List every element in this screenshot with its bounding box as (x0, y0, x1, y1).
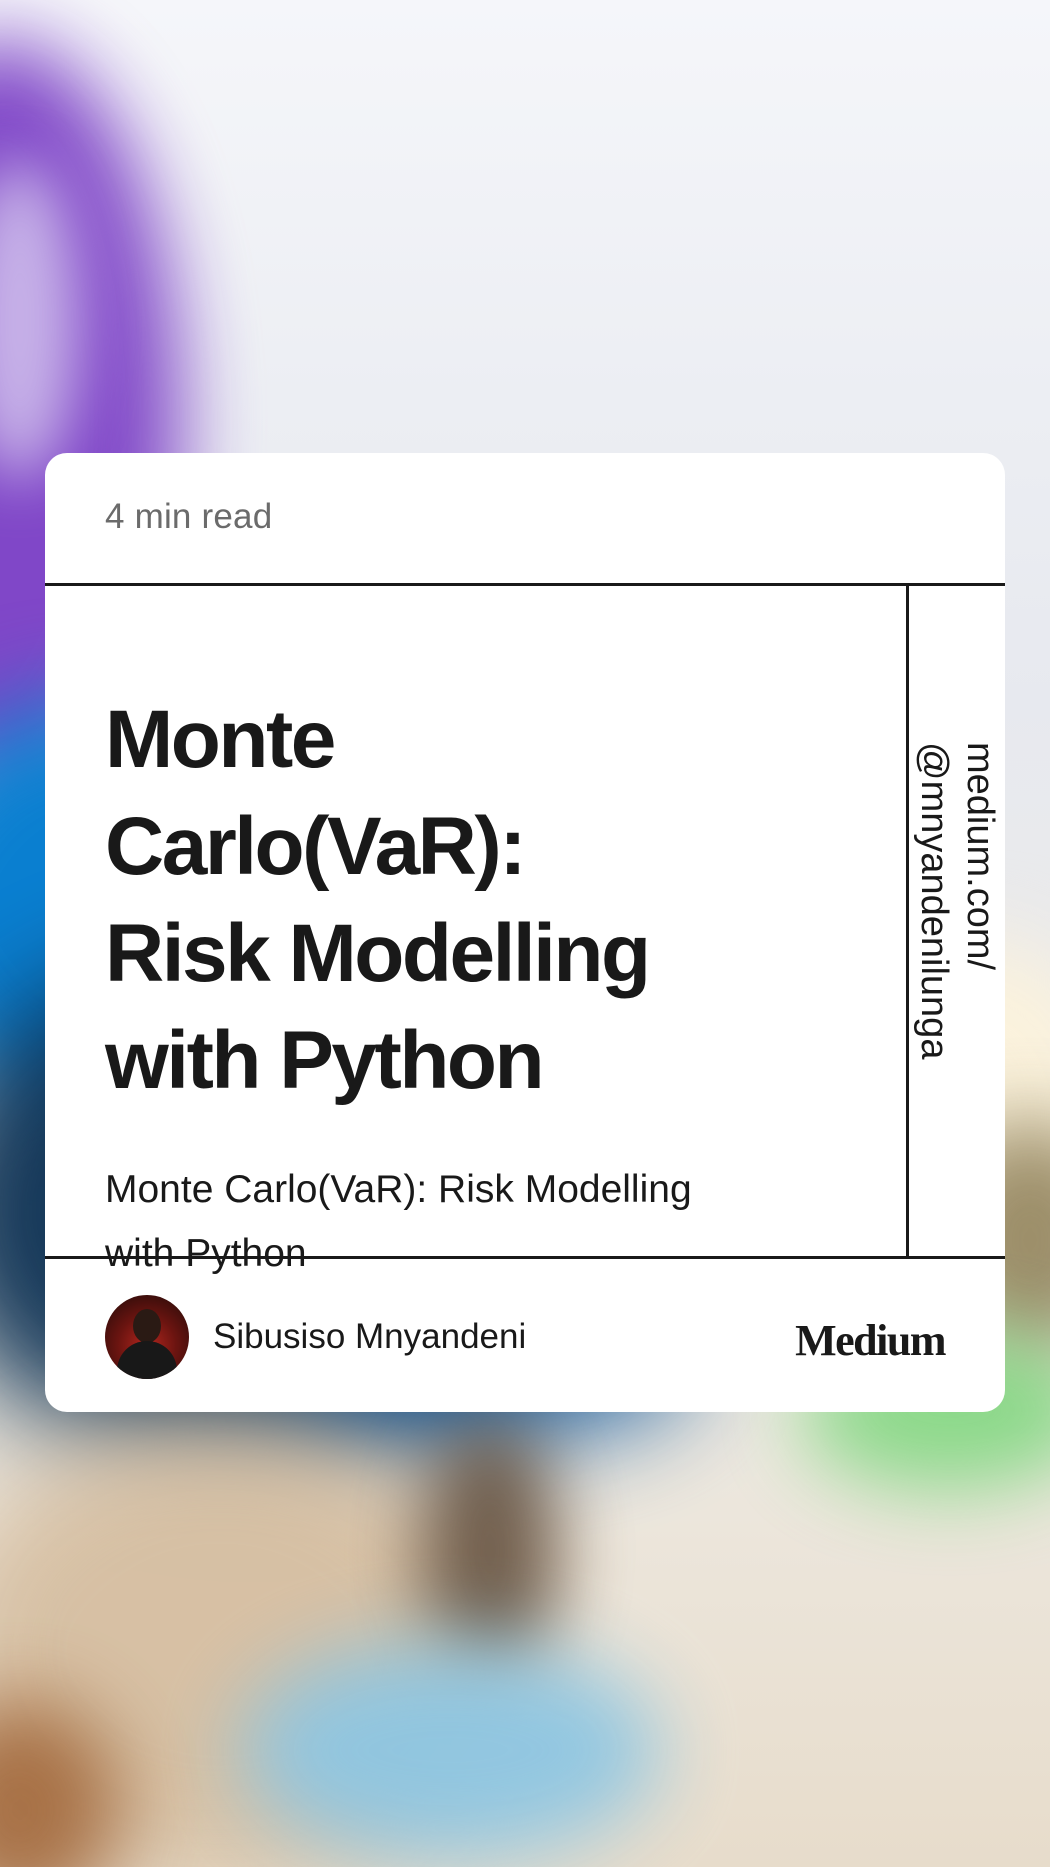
avatar-body-shape (117, 1341, 177, 1379)
article-share-card[interactable]: 4 min read Monte Carlo(VaR): Risk Modell… (45, 453, 1005, 1412)
author-name[interactable]: Sibusiso Mnyandeni (213, 1317, 526, 1357)
article-title[interactable]: Monte Carlo(VaR): Risk Modelling with Py… (105, 686, 705, 1114)
avatar-head-shape (133, 1309, 161, 1343)
profile-url[interactable]: medium.com/ @mnyandenilunga (911, 742, 1003, 1142)
read-time: 4 min read (105, 497, 273, 536)
card-footer: Sibusiso Mnyandeni Medium (45, 1256, 1005, 1412)
article-content: Monte Carlo(VaR): Risk Modelling with Py… (105, 686, 705, 1286)
background-skyblue-blur (240, 1640, 660, 1860)
profile-url-domain: medium.com/ (959, 742, 1001, 971)
author-avatar[interactable] (105, 1295, 189, 1379)
card-body: Monte Carlo(VaR): Risk Modelling with Py… (45, 586, 1005, 1275)
side-url-column: medium.com/ @mnyandenilunga (909, 586, 1005, 1256)
medium-logo[interactable]: Medium (795, 1315, 946, 1366)
card-header: 4 min read (45, 453, 1005, 586)
profile-url-handle: @mnyandenilunga (913, 742, 955, 1060)
